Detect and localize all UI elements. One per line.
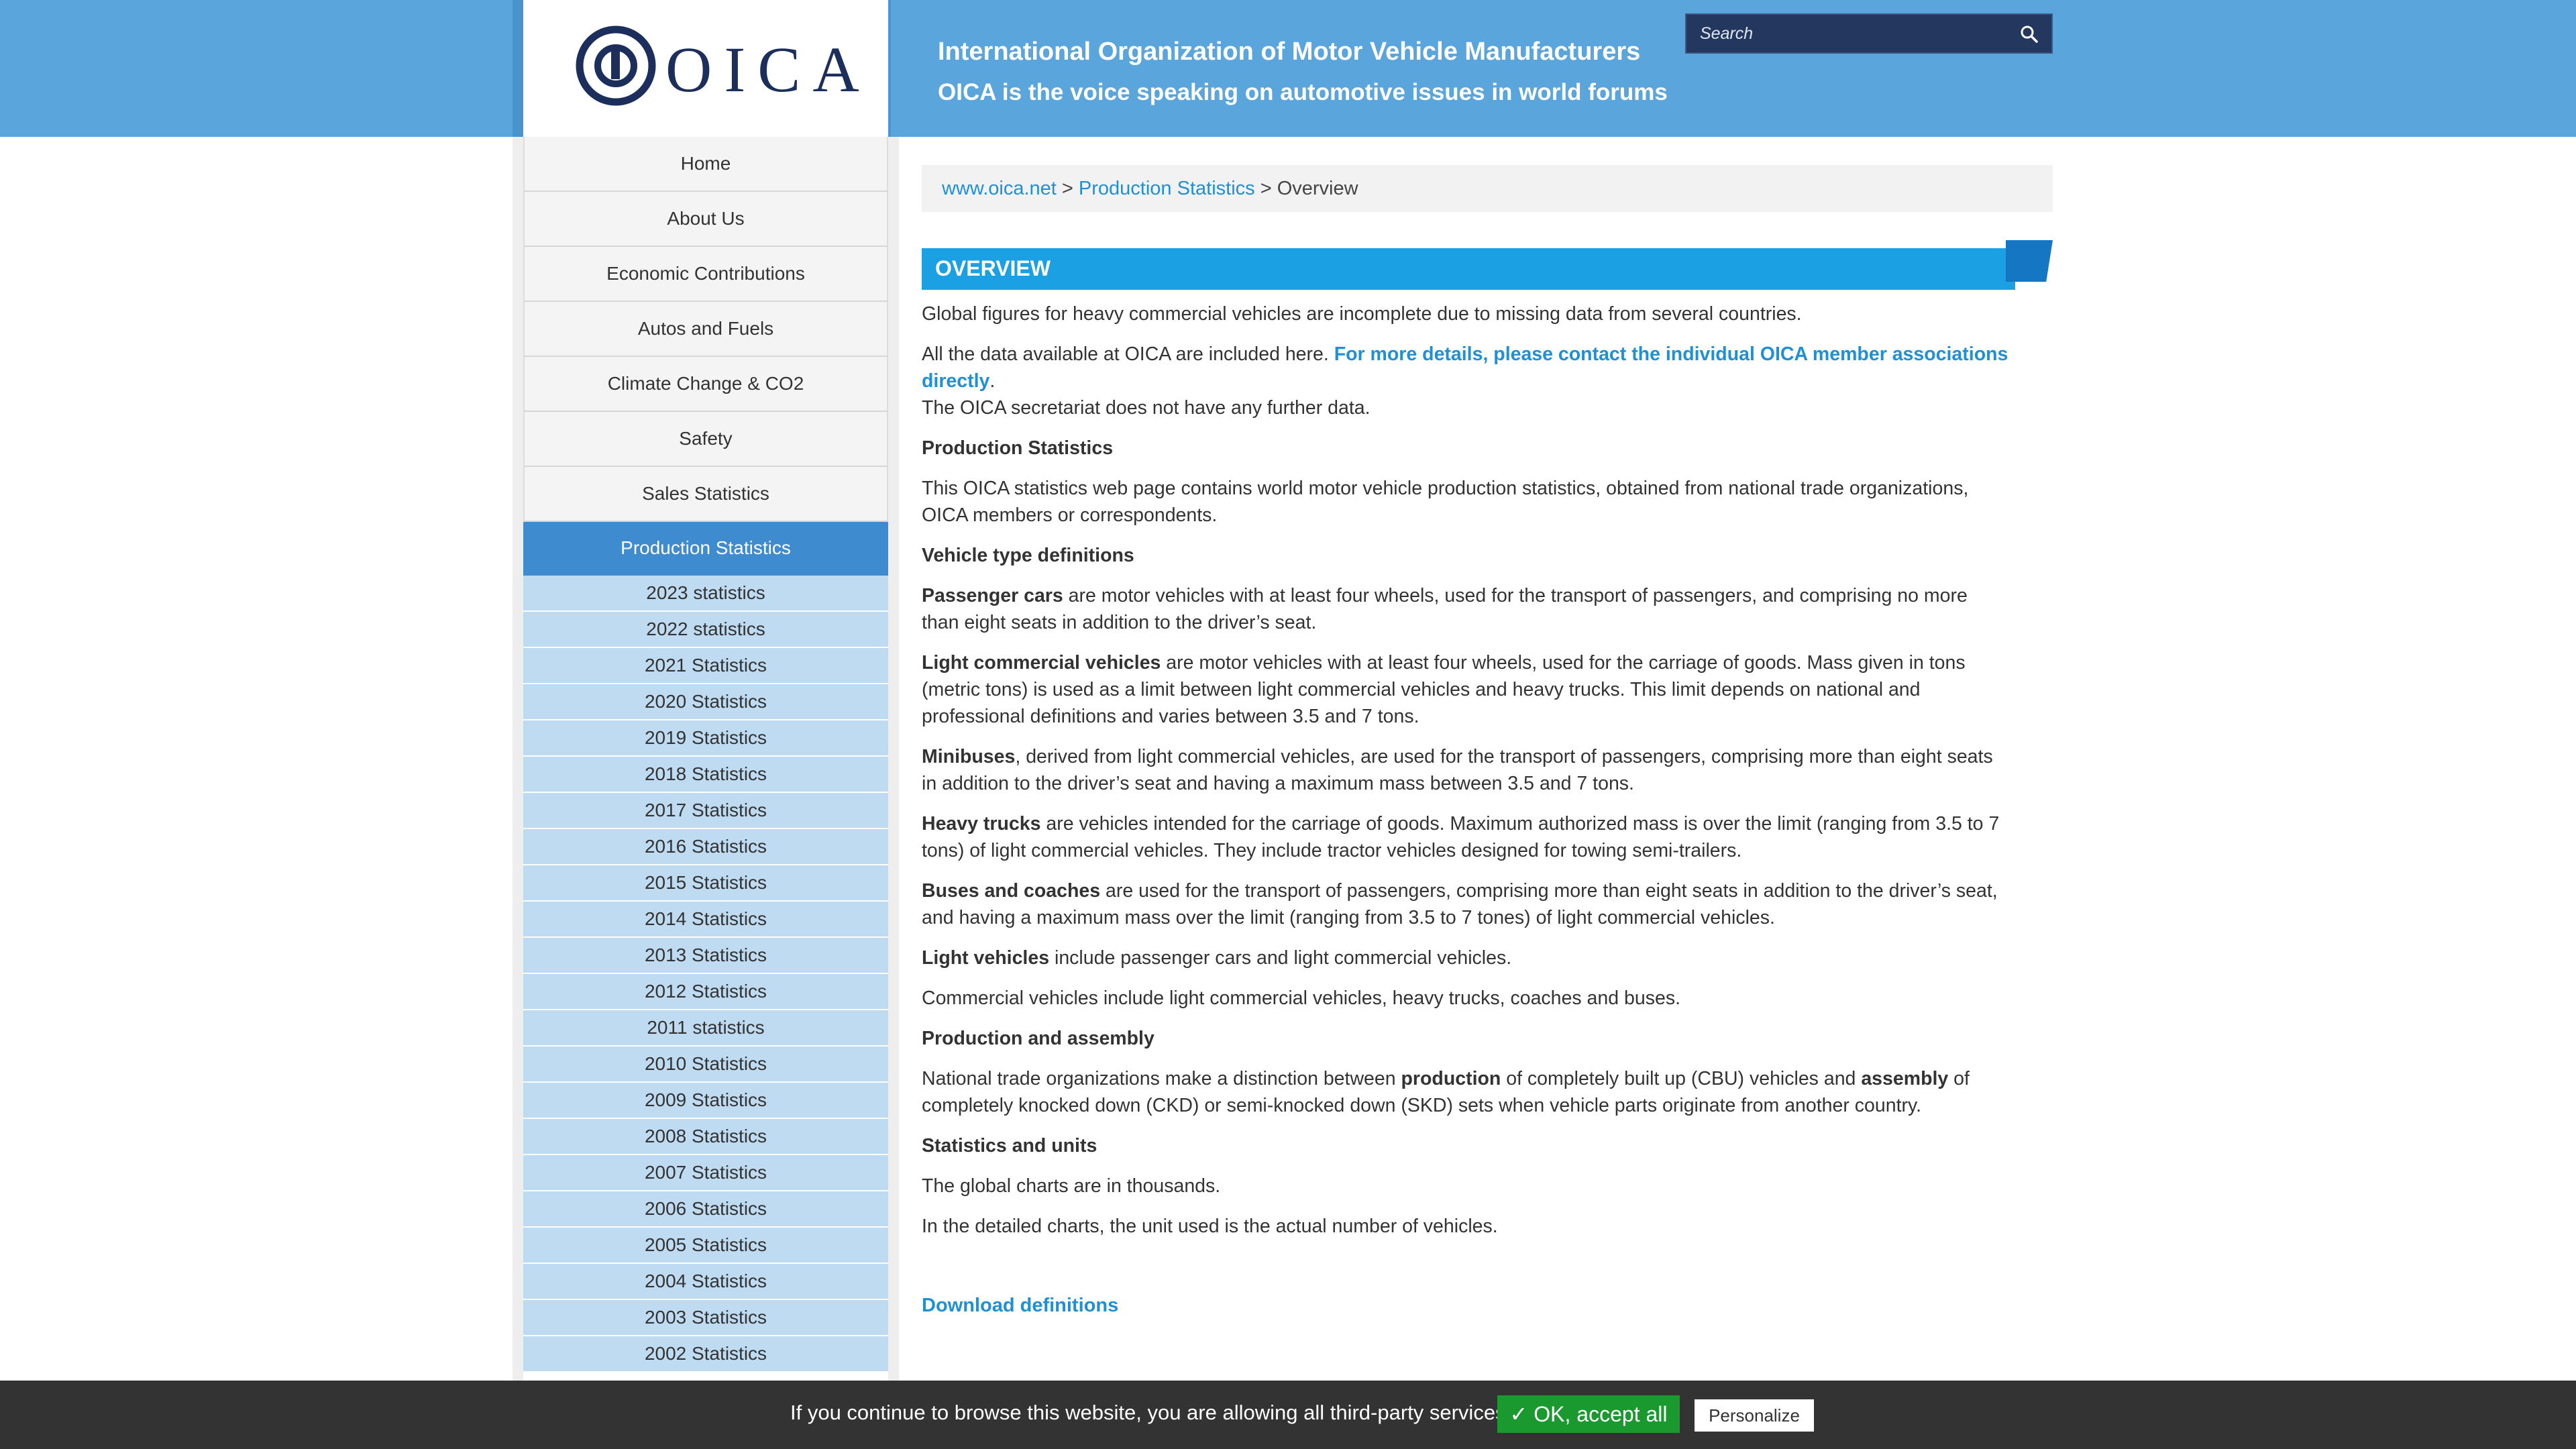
definition-heavy-trucks: Heavy trucks are vehicles intended for t… xyxy=(922,810,2008,864)
sentence-period: . xyxy=(989,370,996,392)
subnav-item-2006[interactable]: 2006 Statistics xyxy=(523,1191,888,1228)
subnav-item-2017[interactable]: 2017 Statistics xyxy=(523,793,888,829)
breadcrumb-separator: > xyxy=(1260,178,1272,199)
breadcrumb: www.oica.net > Production Statistics > O… xyxy=(922,165,2053,212)
nav-item-sales-statistics[interactable]: Sales Statistics xyxy=(523,467,888,522)
subnav-item-2011[interactable]: 2011 statistics xyxy=(523,1010,888,1046)
definition-light-vehicles: Light vehicles include passenger cars an… xyxy=(922,945,2008,971)
accept-all-button[interactable]: ✓ OK, accept all xyxy=(1497,1395,1680,1433)
nav-shadow-left xyxy=(513,137,523,1382)
subnav-item-2015[interactable]: 2015 Statistics xyxy=(523,865,888,902)
sidebar-nav: Home About Us Economic Contributions Aut… xyxy=(523,137,888,1373)
cookie-message: If you continue to browse this website, … xyxy=(790,1401,1506,1424)
subnav-item-2018[interactable]: 2018 Statistics xyxy=(523,757,888,793)
subnav-item-2005[interactable]: 2005 Statistics xyxy=(523,1228,888,1264)
subnav-item-2016[interactable]: 2016 Statistics xyxy=(523,829,888,865)
production-assembly-paragraph: National trade organizations make a dist… xyxy=(922,1065,2008,1119)
oica-emblem-icon xyxy=(576,25,656,106)
definition-passenger-cars: Passenger cars are motor vehicles with a… xyxy=(922,582,2008,636)
breadcrumb-production-link[interactable]: Production Statistics xyxy=(1079,178,1255,199)
definition-buses-coaches: Buses and coaches are used for the trans… xyxy=(922,877,2008,931)
breadcrumb-home-link[interactable]: www.oica.net xyxy=(942,178,1057,199)
nav-item-safety[interactable]: Safety xyxy=(523,412,888,467)
production-statistics-paragraph: This OICA statistics web page contains w… xyxy=(922,478,1969,526)
subnav-item-2020[interactable]: 2020 Statistics xyxy=(523,684,888,720)
term-light-commercial: Light commercial vehicles xyxy=(922,652,1161,674)
term-heavy-trucks: Heavy trucks xyxy=(922,813,1041,835)
search-box xyxy=(1685,13,2053,54)
logo[interactable]: OICA xyxy=(523,0,888,137)
subnav-item-2014[interactable]: 2014 Statistics xyxy=(523,902,888,938)
definition-minibuses: Minibuses, derived from light commercial… xyxy=(922,743,2008,797)
text-passenger-cars: are motor vehicles with at least four wh… xyxy=(922,585,1968,633)
breadcrumb-current: Overview xyxy=(1277,178,1358,199)
nav-item-climate-change[interactable]: Climate Change & CO2 xyxy=(523,357,888,412)
term-minibuses: Minibuses xyxy=(922,746,1016,767)
subnav-item-2003[interactable]: 2003 Statistics xyxy=(523,1300,888,1336)
download-definitions-link[interactable]: Download definitions xyxy=(922,1295,1118,1317)
nav-shadow-right xyxy=(888,137,899,1382)
intro-paragraph: Global figures for heavy commercial vehi… xyxy=(922,303,1802,325)
subnav-item-2009[interactable]: 2009 Statistics xyxy=(523,1083,888,1119)
subnav-item-2008[interactable]: 2008 Statistics xyxy=(523,1119,888,1155)
production-assembly-heading: Production and assembly xyxy=(922,1028,1155,1049)
search-input[interactable] xyxy=(1686,15,2002,52)
site-title: International Organization of Motor Vehi… xyxy=(938,38,1641,66)
subnav-item-2022[interactable]: 2022 statistics xyxy=(523,612,888,648)
pa-text-1: National trade organizations make a dist… xyxy=(922,1068,1401,1089)
overview-heading-bar: OVERVIEW xyxy=(922,248,2015,290)
subnav-item-2002[interactable]: 2002 Statistics xyxy=(523,1336,888,1373)
data-availability-paragraph: All the data available at OICA are inclu… xyxy=(922,341,2008,394)
cookie-banner: If you continue to browse this website, … xyxy=(0,1381,2576,1449)
pa-term-production: production xyxy=(1401,1068,1501,1089)
nav-item-economic-contributions[interactable]: Economic Contributions xyxy=(523,247,888,302)
nav-item-home[interactable]: Home xyxy=(523,137,888,192)
nav-item-autos-and-fuels[interactable]: Autos and Fuels xyxy=(523,302,888,357)
subnav-item-2007[interactable]: 2007 Statistics xyxy=(523,1155,888,1191)
data-availability-text: All the data available at OICA are inclu… xyxy=(922,343,1329,365)
header-bar xyxy=(0,0,2576,137)
term-light-vehicles: Light vehicles xyxy=(922,947,1050,969)
subnav-item-2013[interactable]: 2013 Statistics xyxy=(523,938,888,974)
subnav-item-2021[interactable]: 2021 Statistics xyxy=(523,648,888,684)
breadcrumb-separator: > xyxy=(1061,178,1073,199)
definition-light-commercial: Light commercial vehicles are motor vehi… xyxy=(922,649,2008,730)
pa-term-assembly: assembly xyxy=(1861,1068,1949,1089)
page-title: OVERVIEW xyxy=(935,256,1051,280)
logo-text: OICA xyxy=(665,34,871,105)
subnav-item-2010[interactable]: 2010 Statistics xyxy=(523,1046,888,1083)
heading-ribbon-decoration xyxy=(2006,240,2053,282)
personalize-button[interactable]: Personalize xyxy=(1695,1399,1814,1432)
nav-item-production-statistics[interactable]: Production Statistics xyxy=(523,522,888,576)
units-detailed-charts: In the detailed charts, the unit used is… xyxy=(922,1216,1498,1237)
subnav-item-2019[interactable]: 2019 Statistics xyxy=(523,720,888,757)
subnav-item-2023[interactable]: 2023 statistics xyxy=(523,576,888,612)
nav-item-about-us[interactable]: About Us xyxy=(523,192,888,247)
units-global-charts: The global charts are in thousands. xyxy=(922,1175,1221,1197)
text-heavy-trucks: are vehicles intended for the carriage o… xyxy=(922,813,2000,861)
main-content: Global figures for heavy commercial vehi… xyxy=(922,301,2008,1253)
term-passenger-cars: Passenger cars xyxy=(922,585,1063,606)
site-tagline: OICA is the voice speaking on automotive… xyxy=(938,79,1668,105)
search-icon[interactable] xyxy=(2019,24,2039,44)
secretariat-note: The OICA secretariat does not have any f… xyxy=(922,397,1371,419)
text-light-vehicles: include passenger cars and light commerc… xyxy=(1049,947,1512,969)
production-statistics-heading: Production Statistics xyxy=(922,437,1114,459)
statistics-units-heading: Statistics and units xyxy=(922,1135,1097,1157)
subnav-item-2004[interactable]: 2004 Statistics xyxy=(523,1264,888,1300)
text-minibuses: , derived from light commercial vehicles… xyxy=(922,746,1993,794)
subnav-item-2012[interactable]: 2012 Statistics xyxy=(523,974,888,1010)
definition-commercial-vehicles: Commercial vehicles include light commer… xyxy=(922,987,1680,1009)
vehicle-definitions-heading: Vehicle type definitions xyxy=(922,545,1134,566)
term-buses-coaches: Buses and coaches xyxy=(922,880,1101,902)
pa-text-2: of completely built up (CBU) vehicles an… xyxy=(1501,1068,1862,1089)
